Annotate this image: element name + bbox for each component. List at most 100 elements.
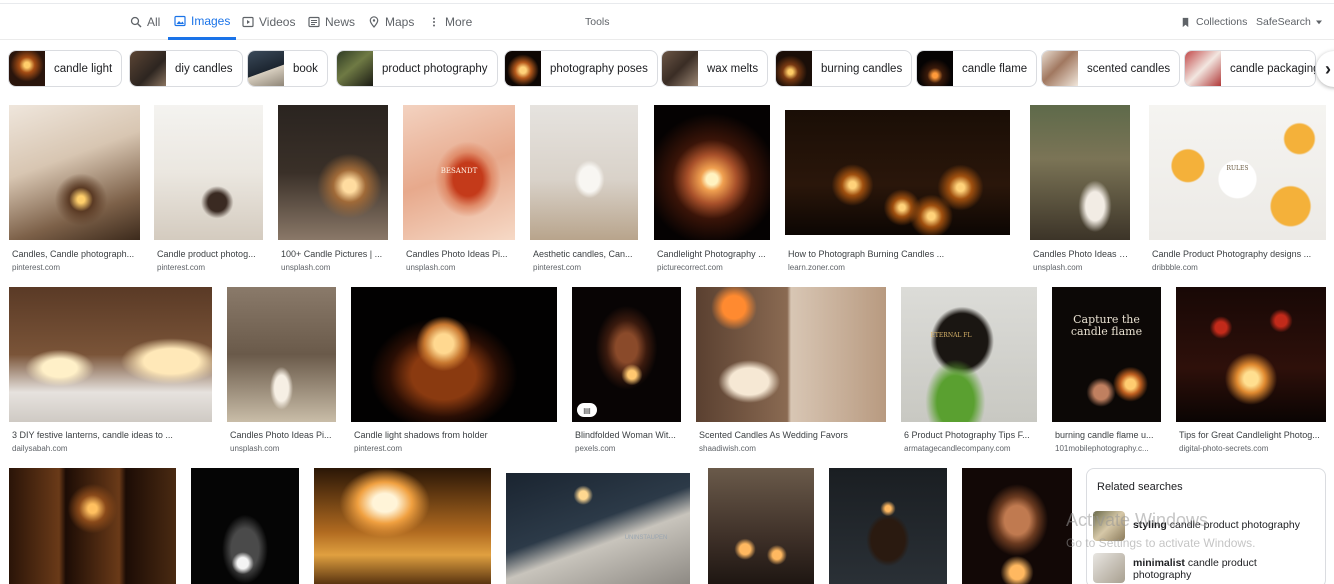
chip-thumbnail <box>917 51 953 86</box>
result-caption: Candlelight Photography ... <box>657 249 766 259</box>
result-thumbnail[interactable] <box>962 468 1072 584</box>
chip-label: diy candles <box>175 62 233 75</box>
result-thumbnail[interactable] <box>1030 105 1130 240</box>
result-caption: Blindfolded Woman Wit... <box>575 430 676 440</box>
search-icon <box>130 16 142 28</box>
chip-book[interactable]: book <box>247 50 328 87</box>
result-source: armatagecandlecompany.com <box>904 444 1011 453</box>
chip-candle-flame[interactable]: candle flame <box>916 50 1038 87</box>
chip-thumbnail <box>1185 51 1221 86</box>
result-thumbnail[interactable] <box>314 468 491 584</box>
result-thumbnail[interactable] <box>654 105 770 240</box>
tab-maps[interactable]: Maps <box>368 4 414 40</box>
result-source: dailysabah.com <box>12 444 68 453</box>
related-bold: minimalist <box>1133 557 1185 569</box>
result-thumbnail[interactable] <box>9 105 140 240</box>
result-thumbnail[interactable] <box>1176 287 1326 422</box>
activate-windows-watermark: Activate Windows <box>1066 510 1209 530</box>
result-caption: Candle light shadows from holder <box>354 430 488 440</box>
chip-label: photography poses <box>550 62 648 75</box>
chip-product-photography[interactable]: product photography <box>336 50 498 87</box>
result-caption: Tips for Great Candlelight Photog... <box>1179 430 1320 440</box>
chip-thumbnail <box>9 51 45 86</box>
safesearch-dropdown[interactable]: SafeSearch <box>1256 4 1322 40</box>
chip-candle-packaging[interactable]: candle packaging <box>1184 50 1316 87</box>
chip-thumbnail <box>662 51 698 86</box>
tab-videos[interactable]: Videos <box>242 4 295 40</box>
bookmark-icon <box>1182 17 1189 27</box>
result-caption: 100+ Candle Pictures | ... <box>281 249 383 259</box>
jar-label-text: ETERNAL FL <box>930 332 972 339</box>
chip-thumbnail <box>505 51 541 86</box>
collections-button[interactable]: Collections <box>1180 4 1247 40</box>
result-thumbnail[interactable] <box>829 468 947 584</box>
tab-news[interactable]: News <box>308 4 355 40</box>
tab-images[interactable]: Images <box>168 4 237 40</box>
tab-all-label: All <box>147 15 161 29</box>
chip-diy-candles[interactable]: diy candles <box>129 50 243 87</box>
chip-label: candle packaging <box>1230 62 1316 75</box>
chip-burning-candles[interactable]: burning candles <box>775 50 913 87</box>
result-caption: Candles, Candle photograph... <box>12 249 135 259</box>
result-source: unsplash.com <box>230 444 280 453</box>
result-caption: Candle product photog... <box>157 249 256 259</box>
chip-label: scented candles <box>1087 62 1171 75</box>
chip-label: wax melts <box>707 62 759 75</box>
map-pin-icon <box>369 16 379 28</box>
tab-more-label: More <box>445 15 473 29</box>
chip-thumbnail <box>1042 51 1078 86</box>
result-thumbnail[interactable] <box>278 105 388 240</box>
chip-label: product photography <box>382 62 488 75</box>
result-source: pinterest.com <box>354 444 403 453</box>
result-source: learn.zoner.com <box>788 263 845 272</box>
result-thumbnail[interactable] <box>1149 105 1326 240</box>
related-line2: photography <box>1133 569 1192 581</box>
result-source: pexels.com <box>575 444 616 453</box>
jar-label-text: BESANDT <box>440 167 478 175</box>
tab-videos-label: Videos <box>259 15 296 29</box>
result-thumbnail[interactable] <box>708 468 814 584</box>
result-caption: How to Photograph Burning Candles ... <box>788 249 945 259</box>
chip-label: candle flame <box>962 62 1028 75</box>
tab-news-label: News <box>325 15 356 29</box>
result-thumbnail[interactable] <box>9 468 176 584</box>
result-caption: Candle Product Photography designs ... <box>1152 249 1312 259</box>
tools-label: Tools <box>585 16 610 28</box>
tab-maps-label: Maps <box>385 15 415 29</box>
chevron-right-icon: › <box>1325 58 1331 79</box>
tab-more[interactable]: More <box>428 4 472 40</box>
related-search-item[interactable]: minimalist candle product photography <box>1093 553 1257 583</box>
result-thumbnail[interactable] <box>785 110 1010 235</box>
chip-label: burning candles <box>821 62 903 75</box>
tab-images-label: Images <box>191 13 231 28</box>
result-thumbnail[interactable] <box>227 287 336 422</box>
result-caption: Candles Photo Ideas Pi... <box>230 430 332 440</box>
chip-photography-poses[interactable]: photography poses <box>504 50 658 87</box>
tab-all[interactable]: All <box>130 4 160 40</box>
result-source: digital-photo-secrets.com <box>1179 444 1269 453</box>
result-thumbnail[interactable] <box>191 468 299 584</box>
result-thumbnail[interactable] <box>530 105 638 240</box>
chip-thumbnail <box>248 51 284 86</box>
result-thumbnail[interactable] <box>506 473 690 584</box>
result-source: pinterest.com <box>157 263 206 272</box>
result-caption: 6 Product Photography Tips F... <box>904 430 1030 440</box>
result-thumbnail[interactable] <box>351 287 557 422</box>
chip-candle-light[interactable]: candle light <box>8 50 123 87</box>
result-thumbnail[interactable] <box>696 287 886 422</box>
related-thumbnail <box>1093 553 1125 583</box>
result-caption: Candles Photo Ideas Pi... <box>1033 249 1130 259</box>
result-thumbnail[interactable] <box>1052 287 1161 422</box>
result-caption: Scented Candles As Wedding Favors <box>699 430 848 440</box>
chip-scented-candles[interactable]: scented candles <box>1041 50 1181 87</box>
capture-text-line2: candle flame <box>1070 325 1143 338</box>
result-thumbnail[interactable] <box>154 105 263 240</box>
result-thumbnail[interactable] <box>572 287 681 422</box>
result-thumbnail[interactable] <box>9 287 212 422</box>
chip-wax-melts[interactable]: wax melts <box>661 50 769 87</box>
result-thumbnail[interactable] <box>901 287 1037 422</box>
result-caption: burning candle flame u... <box>1055 430 1154 440</box>
tools-button[interactable]: Tools <box>585 4 610 40</box>
image-icon <box>174 15 186 26</box>
chip-thumbnail <box>776 51 812 86</box>
